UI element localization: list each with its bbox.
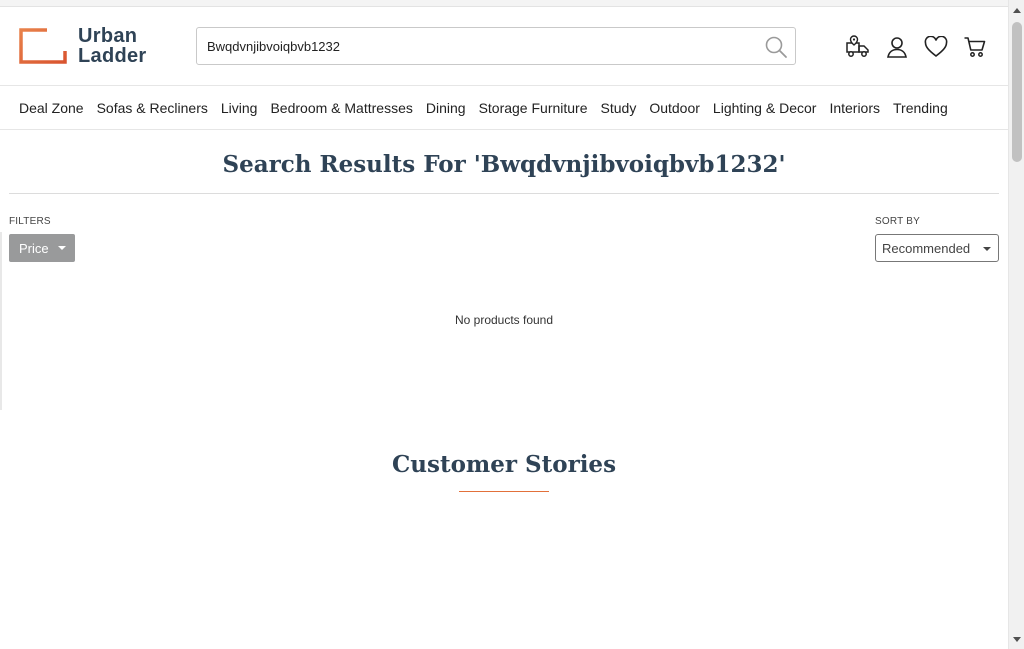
chevron-down-icon (983, 247, 991, 251)
logo-line-1: Urban (78, 25, 138, 47)
customer-stories-heading: Customer Stories (391, 451, 617, 478)
logo-mark-icon (19, 27, 68, 64)
sort-dropdown[interactable]: Recommended (875, 234, 999, 262)
user-account-icon[interactable] (877, 34, 916, 60)
nav-item-deal-zone[interactable]: Deal Zone (19, 100, 84, 116)
header-icon-group (838, 34, 994, 60)
urban-ladder-logo[interactable]: Urban Ladder (19, 26, 146, 66)
filters-label: FILTERS (9, 216, 51, 227)
price-filter-button[interactable]: Price (9, 234, 75, 262)
empty-results-message: No products found (454, 313, 554, 327)
nav-item-living[interactable]: Living (221, 100, 258, 116)
scrollbar-thumb[interactable] (1012, 22, 1022, 162)
wishlist-heart-icon[interactable] (916, 34, 955, 60)
results-divider (9, 193, 999, 194)
browser-top-strip (0, 0, 1008, 7)
nav-item-trending[interactable]: Trending (893, 100, 948, 116)
nav-item-bedroom-mattresses[interactable]: Bedroom & Mattresses (270, 100, 412, 116)
search-results-title: Search Results For 'Bwqdvnjibvoiqbvb1232… (222, 151, 786, 178)
search-input[interactable] (207, 28, 747, 64)
heading-underline (459, 491, 549, 492)
scroll-up-arrow-icon[interactable] (1013, 8, 1021, 13)
price-filter-label: Price (19, 240, 49, 256)
logo-line-2: Ladder (78, 45, 147, 67)
nav-item-interiors[interactable]: Interiors (829, 100, 880, 116)
sort-selected-value: Recommended (882, 240, 971, 256)
search-bar (196, 27, 796, 65)
logo-wordmark: Urban Ladder (78, 26, 146, 66)
delivery-truck-icon[interactable] (838, 34, 877, 60)
scroll-down-arrow-icon[interactable] (1013, 637, 1021, 642)
nav-item-storage-furniture[interactable]: Storage Furniture (479, 100, 588, 116)
nav-item-dining[interactable]: Dining (426, 100, 466, 116)
nav-item-sofas-recliners[interactable]: Sofas & Recliners (97, 100, 208, 116)
sort-by-label: SORT BY (875, 216, 920, 227)
nav-item-study[interactable]: Study (601, 100, 637, 116)
chevron-down-icon (57, 246, 66, 250)
site-header: Urban Ladder (0, 8, 1008, 86)
page-scrollbar[interactable] (1008, 0, 1024, 649)
shopping-cart-icon[interactable] (955, 34, 994, 60)
nav-item-outdoor[interactable]: Outdoor (649, 100, 700, 116)
search-icon[interactable] (763, 34, 789, 60)
category-nav: Deal Zone Sofas & Recliners Living Bedro… (0, 86, 1008, 130)
nav-item-lighting-decor[interactable]: Lighting & Decor (713, 100, 817, 116)
